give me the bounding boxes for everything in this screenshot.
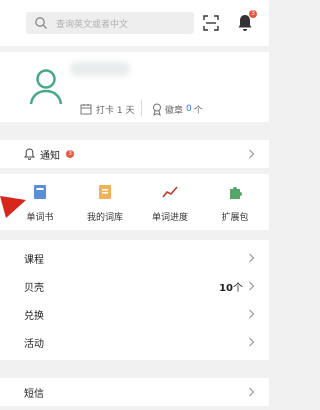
chevron-right-icon [249, 253, 255, 263]
chevron-right-icon [249, 337, 255, 347]
menu-item-activity[interactable]: 活动 [0, 328, 269, 356]
feature-extension[interactable]: 扩展包 [205, 184, 265, 223]
shells-unit: 个 [233, 282, 243, 294]
chevron-right-icon [249, 281, 255, 291]
feature-label: 扩展包 [221, 213, 249, 223]
shells-count: 10个 [219, 279, 243, 294]
search-placeholder: 查询英文或者中文 [56, 19, 129, 30]
search-icon [35, 17, 47, 29]
search-input[interactable]: 查询英文或者中文 [26, 12, 194, 34]
sms-label: 短信 [24, 388, 44, 400]
top-bar: 查询英文或者中文 3 [0, 0, 269, 46]
calendar-icon [80, 104, 92, 115]
notification-bell-button[interactable]: 3 [237, 10, 257, 32]
feature-grid: 单词书 我的词库 单词进度 扩展包 [0, 174, 269, 230]
profile-card[interactable]: 打卡 1 天 徽章 0 个 [0, 52, 269, 122]
puzzle-icon [230, 187, 242, 199]
badge-unit: 个 [193, 105, 203, 116]
checkin-info[interactable]: 打卡 1 天 [80, 102, 134, 116]
menu-item-label: 活动 [24, 338, 44, 350]
notice-badge-count: 3 [68, 150, 72, 157]
feature-progress[interactable]: 单词进度 [140, 184, 200, 223]
scan-icon[interactable] [203, 15, 219, 31]
wordbook-icon [34, 185, 46, 199]
feature-my-vocab[interactable]: 我的词库 [75, 184, 135, 223]
notice-label: 通知 [40, 150, 60, 162]
red-flag-decoration [0, 196, 26, 218]
badge-label: 徽章 [165, 105, 184, 116]
shells-value: 10 [219, 282, 233, 294]
badge-count: 0 [186, 104, 192, 114]
menu-item-label: 贝壳 [24, 282, 44, 294]
chevron-right-icon [249, 387, 255, 397]
chevron-right-icon [249, 149, 255, 159]
chevron-right-icon [249, 309, 255, 319]
badge-info[interactable]: 徽章 0 个 [152, 102, 203, 116]
checkin-label: 打卡 1 天 [96, 105, 135, 116]
medal-icon [153, 103, 161, 116]
notice-row[interactable]: 通知 3 [0, 140, 269, 168]
menu-item-redeem[interactable]: 兑换 [0, 300, 269, 328]
menu-list: 课程 贝壳 10个 兑换 活动 [0, 240, 269, 360]
sms-row[interactable]: 短信 [0, 378, 269, 406]
avatar-icon[interactable] [28, 66, 64, 106]
notice-badge: 3 [66, 150, 74, 158]
notice-bell-icon [24, 148, 35, 160]
progress-icon [162, 186, 178, 198]
profile-divider [141, 100, 142, 116]
feature-label: 我的词库 [86, 213, 123, 223]
notification-badge: 3 [249, 10, 257, 18]
menu-item-course[interactable]: 课程 [0, 244, 269, 272]
blurred-username [70, 62, 130, 76]
menu-item-label: 兑换 [24, 310, 44, 322]
menu-item-shells[interactable]: 贝壳 10个 [0, 272, 269, 300]
my-vocab-icon [99, 185, 111, 199]
menu-item-label: 课程 [24, 254, 44, 266]
feature-label: 单词进度 [151, 213, 188, 223]
